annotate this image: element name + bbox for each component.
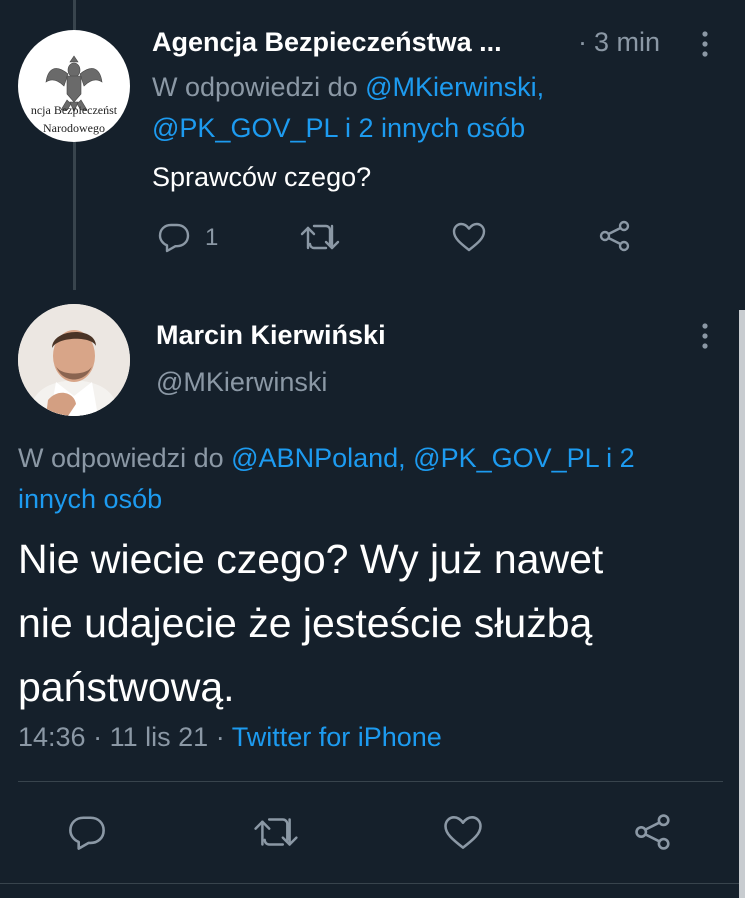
bottom-divider <box>0 883 745 884</box>
retweet-icon <box>300 224 340 250</box>
reply-button[interactable] <box>158 221 190 253</box>
meta-dot-2: · <box>215 722 225 752</box>
share-button[interactable] <box>598 220 632 252</box>
mention-mkierwinski[interactable]: @MKierwinski, <box>365 72 544 102</box>
thread-line-top <box>73 0 76 30</box>
main-reply-context-line2[interactable]: innych osób <box>18 484 162 515</box>
reply-icon <box>158 223 190 253</box>
retweet-icon <box>254 818 298 846</box>
meta-dot-1: · <box>93 722 103 752</box>
like-button[interactable] <box>452 222 486 252</box>
tweet-divider <box>18 781 723 782</box>
share-icon <box>599 220 630 252</box>
reply-context: W odpowiedzi do @MKierwinski, <box>152 72 544 103</box>
reply-icon <box>69 816 105 850</box>
main-share-button[interactable] <box>633 813 673 851</box>
mention-others-main[interactable]: i 2 <box>606 443 635 473</box>
main-reply-context: W odpowiedzi do @ABNPoland, @PK_GOV_PL i… <box>18 443 635 474</box>
reply-timestamp[interactable]: 3 min <box>594 27 660 58</box>
share-icon <box>635 814 670 850</box>
main-like-button[interactable] <box>443 815 483 850</box>
mention-pk-gov-pl[interactable]: @PK_GOV_PL <box>152 113 338 143</box>
mention-others[interactable]: i 2 innych osób <box>345 113 525 143</box>
tweet-thread: ncja Bezpieczeńst Narodowego Agencja Bez… <box>0 0 745 898</box>
reply-prefix: W odpowiedzi do <box>152 72 358 102</box>
reply-context-line2: @PK_GOV_PL i 2 innych osób <box>152 113 525 144</box>
more-icon[interactable] <box>699 30 711 58</box>
tweet-date[interactable]: 11 lis 21 <box>110 722 209 752</box>
avatar-abw[interactable]: ncja Bezpieczeńst Narodowego <box>18 30 130 142</box>
main-retweet-button[interactable] <box>253 815 299 849</box>
thread-line-bottom <box>73 142 76 290</box>
main-reply-prefix: W odpowiedzi do <box>18 443 224 473</box>
profile-photo <box>18 304 130 416</box>
reply-author-name[interactable]: Agencja Bezpieczeństwa ... <box>152 27 502 58</box>
main-tweet-text-line2: nie udajecie że jesteście służbą <box>18 600 593 646</box>
like-icon <box>444 816 482 849</box>
reply-tweet-text: Sprawców czego? <box>152 162 372 192</box>
main-author-name[interactable]: Marcin Kierwiński <box>156 320 386 351</box>
retweet-button[interactable] <box>300 222 340 252</box>
main-author-handle[interactable]: @MKierwinski <box>156 367 327 398</box>
mention-abnpoland[interactable]: @ABNPoland, <box>231 443 406 473</box>
main-reply-button[interactable] <box>68 813 106 851</box>
reply-time-separator: · <box>578 27 587 57</box>
avatar-mkierwinski[interactable] <box>18 304 130 416</box>
like-icon <box>452 222 486 252</box>
tweet-source[interactable]: Twitter for iPhone <box>232 722 442 752</box>
tweet-time[interactable]: 14:36 <box>18 722 86 752</box>
main-tweet-text-line1: Nie wiecie czego? Wy już nawet <box>18 536 604 582</box>
scrollbar[interactable] <box>739 310 745 898</box>
avatar-caption-line1: ncja Bezpieczeńst <box>30 103 118 117</box>
avatar-caption-line2: Narodowego <box>43 121 105 135</box>
reply-count: 1 <box>205 224 219 251</box>
main-tweet-text-line3: państwową. <box>18 664 235 710</box>
mention-pk-gov-pl-main[interactable]: @PK_GOV_PL <box>413 443 599 473</box>
more-icon[interactable] <box>699 322 711 350</box>
tweet-meta: 14:36 · 11 lis 21 · Twitter for iPhone <box>18 722 442 753</box>
